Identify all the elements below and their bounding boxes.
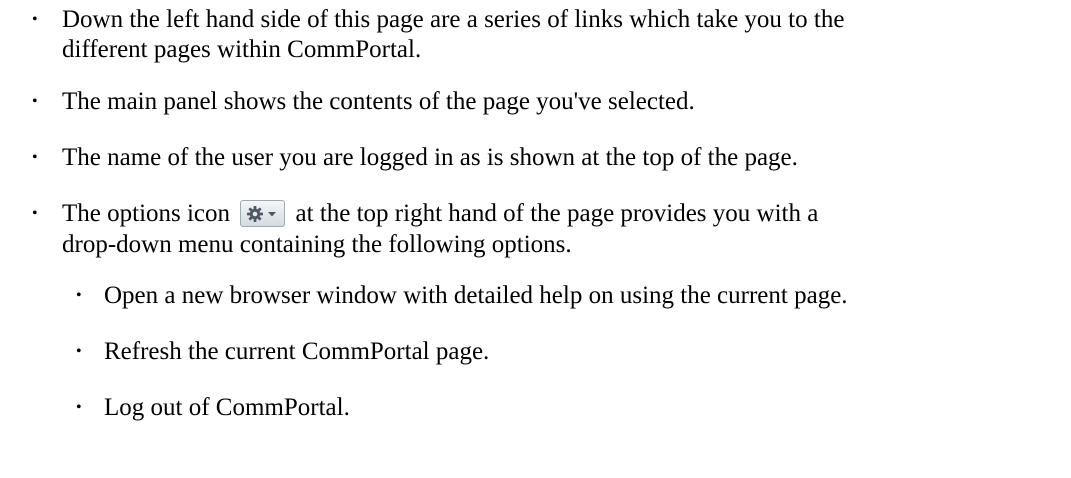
bullet-text-line: different pages within CommPortal. (62, 36, 422, 63)
bullet-text-line: drop-down menu containing the following … (62, 231, 572, 258)
options-text-before-icon: The options icon (62, 200, 231, 227)
bullet-marker: • (32, 149, 38, 166)
bullet-item-main-panel: • The main panel shows the contents of t… (0, 87, 1071, 117)
bullet-item-links: • Down the left hand side of this page a… (0, 5, 1071, 65)
bullet-marker: • (32, 93, 38, 110)
gear-icon (247, 206, 277, 222)
sub-bullet-item-refresh: • Refresh the current CommPortal page. (0, 337, 1071, 367)
bullet-text-line: The name of the user you are logged in a… (62, 144, 798, 171)
gear-dropdown-icon (240, 200, 286, 227)
sub-bullet-text: Log out of CommPortal. (104, 394, 350, 421)
sub-bullet-text: Open a new browser window with detailed … (104, 282, 848, 309)
options-text-after-icon: at the top right hand of the page provid… (295, 200, 819, 227)
bullet-text-line: The options icon at the top right hand o… (62, 199, 818, 229)
bullet-marker: • (76, 343, 82, 360)
sub-bullet-item-logout: • Log out of CommPortal. (0, 393, 1071, 423)
help-document: • Down the left hand side of this page a… (0, 0, 1071, 478)
bullet-marker: • (32, 11, 38, 28)
bullet-item-user-name: • The name of the user you are logged in… (0, 143, 1071, 173)
sub-bullet-item-help: • Open a new browser window with detaile… (0, 281, 1071, 311)
sub-bullet-text: Refresh the current CommPortal page. (104, 338, 490, 365)
bullet-text-line: Down the left hand side of this page are… (62, 6, 845, 33)
bullet-marker: • (76, 399, 82, 416)
chevron-down-icon (268, 212, 277, 217)
bullet-item-options: • The options icon at the top right hand… (0, 199, 1071, 259)
bullet-marker: • (32, 205, 38, 222)
bullet-text-line: The main panel shows the contents of the… (62, 88, 695, 115)
bullet-marker: • (76, 287, 82, 304)
